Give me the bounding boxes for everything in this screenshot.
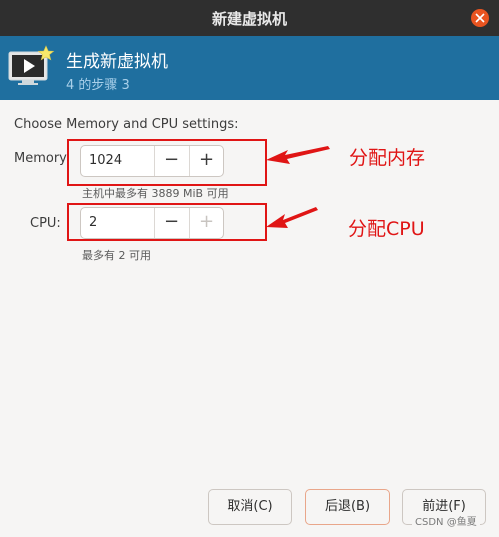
cpu-annotation: 分配CPU [348, 218, 425, 240]
memory-highlight-box [67, 139, 267, 186]
vm-monitor-icon [8, 45, 55, 85]
memory-arrow-icon [266, 146, 330, 164]
memory-annotation: 分配内存 [349, 147, 426, 169]
close-button[interactable] [471, 9, 489, 27]
cancel-button[interactable]: 取消(C) [208, 489, 292, 525]
cpu-label: CPU: [30, 216, 61, 231]
back-button[interactable]: 后退(B) [305, 489, 390, 525]
wizard-header: 生成新虚拟机 4 的步骤 3 [0, 36, 499, 100]
cpu-highlight-box [67, 203, 267, 241]
settings-heading: Choose Memory and CPU settings: [14, 117, 239, 132]
memory-label: Memory: [14, 151, 71, 166]
wizard-step: 4 的步骤 3 [66, 78, 130, 93]
wizard-title: 生成新虚拟机 [66, 52, 168, 72]
memory-hint: 主机中最多有 3889 MiB 可用 [82, 187, 229, 200]
cpu-arrow-icon [266, 207, 318, 228]
window-titlebar: 新建虚拟机 [0, 0, 499, 36]
window-title: 新建虚拟机 [211, 10, 287, 28]
watermark: CSDN @鱼夏 [412, 513, 480, 528]
close-icon [475, 13, 485, 23]
cpu-hint: 最多有 2 可用 [82, 249, 151, 262]
